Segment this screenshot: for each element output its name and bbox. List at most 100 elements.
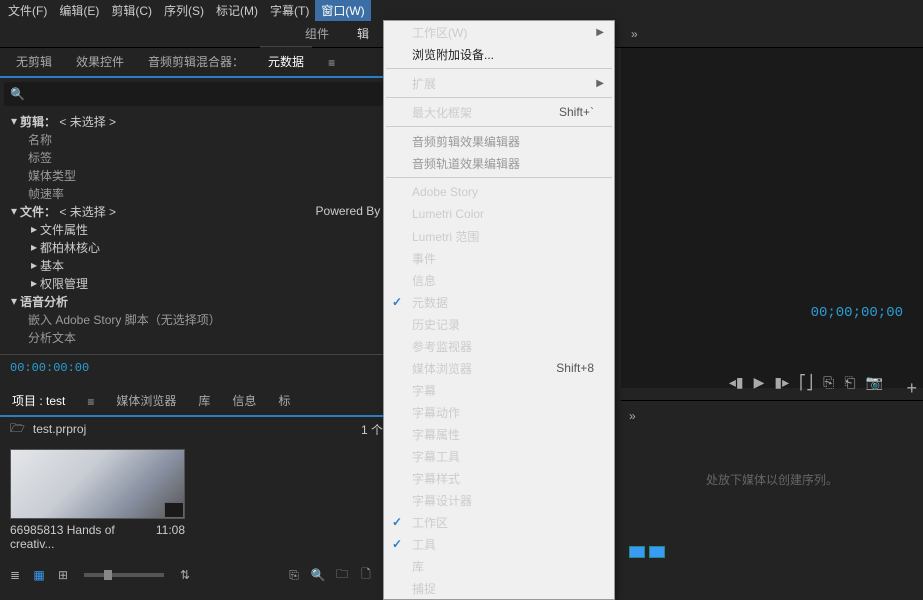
submenu-arrow-icon: ▶	[596, 78, 604, 89]
menu-clip[interactable]: 剪辑(C)	[105, 0, 158, 21]
mi-库[interactable]: 库	[384, 555, 614, 577]
mark-in-icon[interactable]: ⎡⎦	[799, 374, 813, 391]
mi-字幕工具[interactable]: 字幕工具	[384, 445, 614, 467]
icon-view-icon[interactable]: ▦	[30, 566, 48, 584]
export-frame-icon[interactable]: 📷	[866, 374, 883, 391]
chevron-down-icon[interactable]: ▾	[8, 204, 20, 218]
search-icon: 🔍	[10, 87, 25, 101]
tab-library[interactable]: 库	[190, 386, 218, 415]
mi-字幕样式[interactable]: 字幕样式	[384, 467, 614, 489]
transport-controls: ◂▮ ▶ ▮▸ ⎡⎦ ⎘ ⎗ 📷	[621, 368, 923, 396]
mi-lumetri-color[interactable]: Lumetri Color	[384, 203, 614, 225]
step-fwd-icon[interactable]: ▮▸	[774, 374, 789, 391]
clip-duration: 11:08	[156, 523, 185, 551]
chevron-right-icon[interactable]: ▸	[28, 240, 40, 254]
chevron-right-icon[interactable]: ▸	[28, 222, 40, 236]
timeline-tracks	[629, 546, 665, 558]
mi-字幕动作[interactable]: 字幕动作	[384, 401, 614, 423]
list-view-icon[interactable]: ≣	[6, 566, 24, 584]
mi-历史记录[interactable]: 历史记录	[384, 313, 614, 335]
clip-header: 剪辑：	[20, 113, 56, 130]
play-icon[interactable]: ▶	[754, 374, 765, 391]
add-button-icon[interactable]: +	[906, 378, 917, 399]
track-toggle[interactable]	[649, 546, 665, 558]
new-item-icon[interactable]: 🗋	[357, 566, 375, 584]
mi-extensions[interactable]: 扩展▶	[384, 72, 614, 94]
voice-story[interactable]: 嵌入 Adobe Story 脚本（无选择项）	[4, 310, 401, 328]
source-timecode: 00:00:00:00	[0, 354, 405, 381]
tab-effectcontrols[interactable]: 效果控件	[68, 47, 132, 76]
mi-媒体浏览器[interactable]: 媒体浏览器Shift+8	[384, 357, 614, 379]
mi-捕捉[interactable]: 捕捉	[384, 577, 614, 599]
bin-icon[interactable]: 🗁	[10, 419, 25, 440]
menu-edit[interactable]: 编辑(E)	[53, 0, 105, 21]
mi-字幕[interactable]: 字幕	[384, 379, 614, 401]
file-header: 文件：	[20, 203, 56, 220]
zoom-slider[interactable]	[84, 573, 164, 577]
new-bin-icon[interactable]: 🗀	[333, 566, 351, 584]
menubar: 文件(F) 编辑(E) 剪辑(C) 序列(S) 标记(M) 字幕(T) 窗口(W…	[0, 0, 923, 20]
clip-thumbnail[interactable]	[10, 449, 185, 519]
panel-menu-icon[interactable]: ≡	[320, 50, 343, 76]
tab-noclip[interactable]: 无剪辑	[8, 47, 60, 76]
mi-元数据[interactable]: ✓元数据	[384, 291, 614, 313]
mi-事件[interactable]: 事件	[384, 247, 614, 269]
chevron-right-icon[interactable]: ▸	[28, 276, 40, 290]
menu-file[interactable]: 文件(F)	[2, 0, 53, 21]
metadata-search[interactable]: 🔍	[4, 82, 401, 106]
file-basic[interactable]: 基本	[40, 257, 64, 274]
mi-workspace[interactable]: 工作区(W)▶	[384, 21, 614, 43]
menu-window[interactable]: 窗口(W)	[315, 0, 370, 21]
chevron-right-icon[interactable]: »	[621, 27, 648, 41]
mi-字幕设计器[interactable]: 字幕设计器	[384, 489, 614, 511]
chevron-down-icon[interactable]: ▾	[8, 294, 20, 308]
mi-字幕属性[interactable]: 字幕属性	[384, 423, 614, 445]
mi-lumetri-范围[interactable]: Lumetri 范围	[384, 225, 614, 247]
shortcut: Shift+8	[556, 361, 594, 375]
tab-info[interactable]: 信息	[224, 386, 264, 415]
metadata-tree: ▾剪辑： < 未选择 > 名称 标签 媒体类型 帧速率 ▾文件： < 未选择 >…	[0, 110, 405, 348]
mi-audiotrack-editor: 音频轨道效果编辑器	[384, 152, 614, 174]
submenu-arrow-icon: ▶	[596, 27, 604, 38]
program-monitor	[621, 48, 923, 388]
tab-metadata[interactable]: 元数据	[260, 46, 312, 76]
check-icon: ✓	[392, 295, 402, 309]
mi-工具[interactable]: ✓工具	[384, 533, 614, 555]
tab-audiomixer[interactable]: 音频剪辑混合器：	[140, 47, 252, 76]
sort-icon[interactable]: ⇅	[176, 566, 194, 584]
voice-analyze[interactable]: 分析文本	[4, 328, 401, 346]
file-rights[interactable]: 权限管理	[40, 275, 88, 292]
automate-icon[interactable]: ⎘	[285, 566, 303, 584]
track-toggle[interactable]	[629, 546, 645, 558]
menu-sequence[interactable]: 序列(S)	[158, 0, 210, 21]
tab-mediabrowser[interactable]: 媒体浏览器	[108, 386, 184, 415]
chevron-right-icon[interactable]: »	[629, 409, 636, 423]
menu-title[interactable]: 字幕(T)	[264, 0, 315, 21]
chevron-right-icon[interactable]: ▸	[28, 258, 40, 272]
step-back-icon[interactable]: ◂▮	[729, 374, 744, 391]
ws-tab-assembly[interactable]: 组件	[291, 19, 343, 48]
freeform-view-icon[interactable]: ⊞	[54, 566, 72, 584]
file-props[interactable]: 文件属性	[40, 221, 88, 238]
tab-project[interactable]: 项目 : test	[4, 386, 73, 415]
extract-icon[interactable]: ⎗	[844, 374, 855, 391]
chevron-down-icon[interactable]: ▾	[8, 114, 20, 128]
file-dublin[interactable]: 都柏林核心	[40, 239, 100, 256]
file-value: < 未选择 >	[59, 203, 116, 220]
mi-信息[interactable]: 信息	[384, 269, 614, 291]
find-icon[interactable]: 🔍	[309, 566, 327, 584]
mi-audioclip-editor: 音频剪辑效果编辑器	[384, 130, 614, 152]
mi-工作区[interactable]: ✓工作区	[384, 511, 614, 533]
check-icon: ✓	[392, 537, 402, 551]
lift-icon[interactable]: ⎘	[823, 374, 834, 391]
mi-maximize[interactable]: 最大化框架Shift+`	[384, 101, 614, 123]
program-timecode: 00;00;00;00	[811, 305, 903, 321]
ws-tab-edit[interactable]: 辑	[343, 19, 383, 48]
voice-header: 语音分析	[20, 293, 68, 310]
mi-browse-addons[interactable]: 浏览附加设备...	[384, 43, 614, 65]
tab-marker[interactable]: 标	[270, 386, 298, 415]
mi-adobe-story[interactable]: Adobe Story	[384, 181, 614, 203]
project-filename: test.prproj	[33, 422, 86, 436]
mi-参考监视器[interactable]: 参考监视器	[384, 335, 614, 357]
menu-marker[interactable]: 标记(M)	[210, 0, 264, 21]
